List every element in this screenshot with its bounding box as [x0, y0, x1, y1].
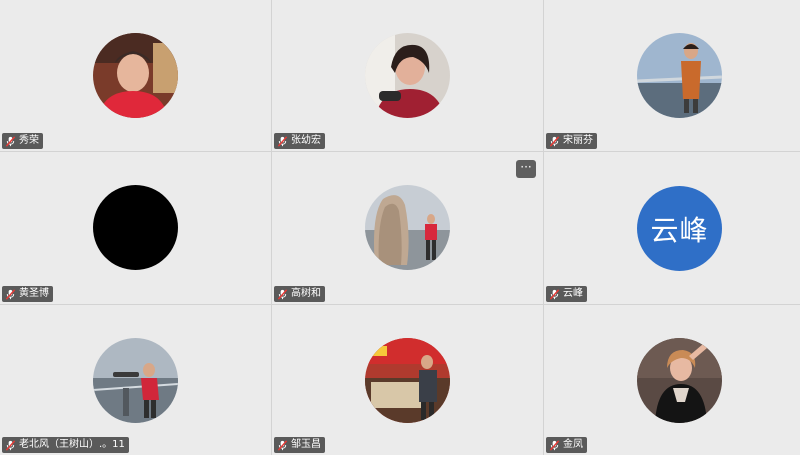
participant-name-tag: 老北风（王树山）.。11	[2, 437, 129, 453]
participant-tile[interactable]: 张幼宏	[272, 0, 543, 151]
participant-avatar	[93, 185, 178, 270]
mic-muted-icon	[549, 288, 560, 300]
participant-name-tag: 宋丽芬	[546, 133, 597, 149]
participant-name-tag: 金凤	[546, 437, 587, 453]
participant-avatar	[365, 33, 450, 118]
mic-muted-icon	[5, 288, 16, 300]
participant-name: 高树和	[291, 288, 321, 299]
participant-avatar	[365, 185, 450, 270]
participant-avatar	[365, 338, 450, 423]
participant-tile[interactable]: 老北风（王树山）.。11	[0, 305, 271, 455]
participant-text-avatar: 云峰	[637, 186, 722, 271]
participant-name: 宋丽芬	[563, 135, 593, 146]
participant-name: 金凤	[563, 439, 583, 450]
participant-tile[interactable]: 云峰 云峰	[544, 152, 800, 304]
participant-name-tag: 云峰	[546, 286, 587, 302]
mic-muted-icon	[277, 135, 288, 147]
mic-muted-icon	[549, 439, 560, 451]
participant-avatar	[637, 33, 722, 118]
participant-grid: 秀荣 张幼宏 宋丽芬 黄圣博 ··· 高树和 云峰 云峰 老北风（王树山）.。1…	[0, 0, 800, 455]
participant-name: 秀荣	[19, 135, 39, 146]
participant-name-tag: 张幼宏	[274, 133, 325, 149]
mic-muted-icon	[549, 135, 560, 147]
participant-name-tag: 秀荣	[2, 133, 43, 149]
participant-name-tag: 高树和	[274, 286, 325, 302]
participant-tile[interactable]: ··· 高树和	[272, 152, 543, 304]
participant-avatar	[93, 338, 178, 423]
participant-avatar	[93, 33, 178, 118]
participant-name: 老北风（王树山）.。11	[19, 439, 125, 450]
participant-tile[interactable]: 邹玉昌	[272, 305, 543, 455]
mic-muted-icon	[277, 439, 288, 451]
participant-name-tag: 邹玉昌	[274, 437, 325, 453]
mic-muted-icon	[277, 288, 288, 300]
participant-tile[interactable]: 黄圣博	[0, 152, 271, 304]
participant-avatar	[637, 338, 722, 423]
participant-tile[interactable]: 秀荣	[0, 0, 271, 151]
participant-name: 黄圣博	[19, 288, 49, 299]
participant-name-tag: 黄圣博	[2, 286, 53, 302]
participant-tile[interactable]: 金凤	[544, 305, 800, 455]
participant-name: 张幼宏	[291, 135, 321, 146]
more-options-button[interactable]: ···	[516, 160, 536, 178]
participant-name: 邹玉昌	[291, 439, 321, 450]
participant-name: 云峰	[563, 288, 583, 299]
mic-muted-icon	[5, 135, 16, 147]
mic-muted-icon	[5, 439, 16, 451]
participant-tile[interactable]: 宋丽芬	[544, 0, 800, 151]
